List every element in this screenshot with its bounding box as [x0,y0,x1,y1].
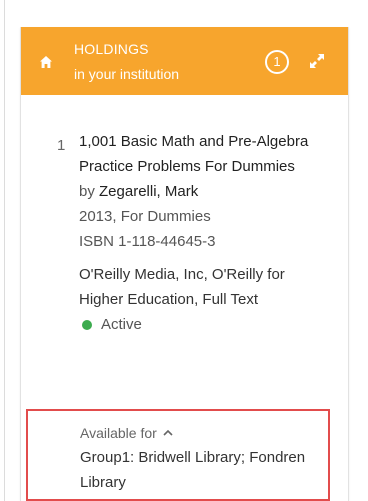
holdings-subtitle: in your institution [74,66,180,82]
available-for-label: Available for [80,425,157,441]
record-details: 1,001 Basic Math and Pre-Algebra Practic… [79,129,329,338]
record-author[interactable]: Zegarelli, Mark [99,183,198,200]
record-title[interactable]: 1,001 Basic Math and Pre-Algebra Practic… [79,129,329,179]
status-label: Active [101,316,142,333]
record-status: Active [79,312,329,338]
record-author-line: by Zegarelli, Mark [79,179,329,204]
holdings-count-badge: 1 [265,50,289,74]
available-for-toggle[interactable]: Available for [80,421,310,445]
record-year-publisher: 2013, For Dummies [79,208,211,225]
page-divider [4,0,5,501]
availability-section: Available for Group1: Bridwell Library; … [80,421,310,495]
record-provider: O'Reilly Media, Inc, O'Reilly for Higher… [79,266,285,308]
availability-highlight: Available for Group1: Bridwell Library; … [26,409,330,501]
holdings-title: HOLDINGS [74,41,149,57]
record-isbn: ISBN 1-118-44645-3 [79,233,216,250]
record-number: 1 [57,137,66,154]
by-label: by [79,183,95,200]
expand-icon[interactable] [309,53,325,69]
status-active-dot [82,320,92,330]
home-icon[interactable] [39,55,53,69]
holdings-header[interactable]: HOLDINGS in your institution 1 [21,27,348,95]
chevron-up-icon[interactable] [162,428,174,438]
available-groups: Group1: Bridwell Library; Fondren Librar… [80,449,306,491]
